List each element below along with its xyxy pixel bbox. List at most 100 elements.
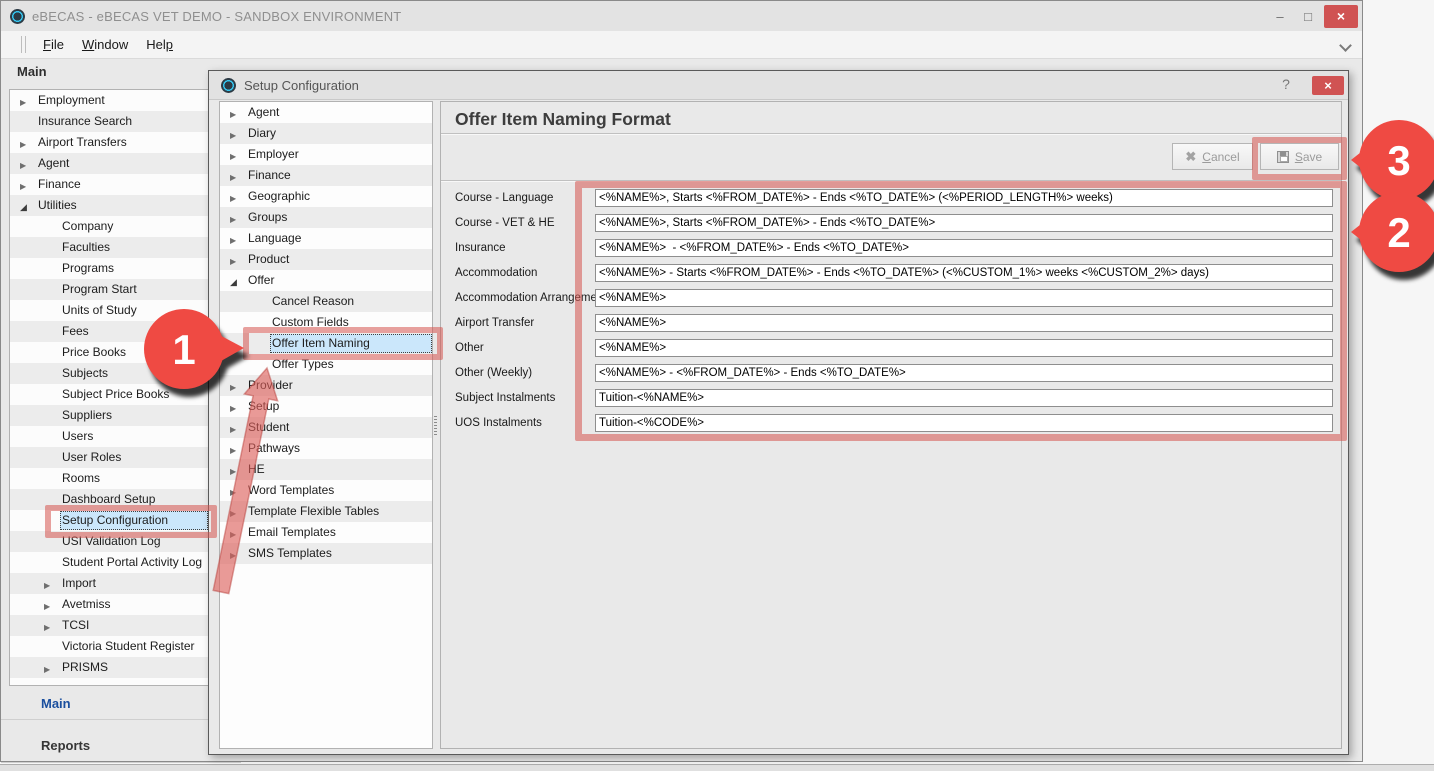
dialog-tree-item[interactable]: Offer Item Naming [220, 333, 432, 354]
dialog-title: Setup Configuration [244, 78, 359, 93]
expand-arrow-icon [20, 157, 36, 171]
sidebar-tree-item[interactable]: PRISMS [10, 657, 208, 678]
sidebar-tree-item[interactable]: Victoria Student Register [10, 636, 208, 657]
save-icon [1277, 151, 1289, 163]
dialog-tree-item[interactable]: Custom Fields [220, 312, 432, 333]
sidebar-tree-item[interactable]: Rooms [10, 468, 208, 489]
sidebar-tree-item[interactable]: Suppliers [10, 405, 208, 426]
tree-item-label: HE [248, 462, 265, 476]
tree-item-label: Pathways [248, 441, 300, 455]
tree-item-label: Groups [248, 210, 287, 224]
tree-item-label: User Roles [62, 450, 121, 464]
menu-grip-handle[interactable] [21, 36, 26, 53]
dialog-tree-item[interactable]: Offer Types [220, 354, 432, 375]
dialog-tree-item[interactable]: Product [220, 249, 432, 270]
minimize-button[interactable]: – [1266, 9, 1294, 24]
tree-item-label: Utilities [38, 198, 77, 212]
sidebar-tree-item[interactable]: Student Portal Activity Log [10, 552, 208, 573]
dialog-tree-item[interactable]: Provider [220, 375, 432, 396]
form-row: Accommodation Arrangement [455, 289, 1333, 307]
sidebar-tree-item[interactable]: Dashboard Setup [10, 489, 208, 510]
sidebar-tree-item[interactable]: Finance [10, 174, 208, 195]
dialog-tree-item[interactable]: Finance [220, 165, 432, 186]
sidebar-tree-item[interactable]: Import [10, 573, 208, 594]
tree-item-label: Rooms [62, 471, 100, 485]
dialog-tree-item[interactable]: Email Templates [220, 522, 432, 543]
sidebar-tree-item[interactable]: Users [10, 426, 208, 447]
expand-arrow-icon [44, 598, 60, 612]
maximize-button[interactable]: □ [1294, 9, 1322, 24]
tree-item-label: Employer [248, 147, 299, 161]
sidebar-tree-item[interactable]: Avetmiss [10, 594, 208, 615]
sidebar-tree-item[interactable]: Faculties [10, 237, 208, 258]
tree-item-label: Company [62, 219, 113, 233]
tree-item-label: Offer Item Naming [272, 336, 370, 350]
naming-format-input[interactable] [595, 389, 1333, 407]
dialog-tree-item[interactable]: Geographic [220, 186, 432, 207]
dialog-tree-item[interactable]: Pathways [220, 438, 432, 459]
dialog-tree-item[interactable]: HE [220, 459, 432, 480]
nav-band-main[interactable]: Main [1, 687, 241, 720]
offer-item-naming-pane: Offer Item Naming Format ✖ Cancel Save C… [440, 101, 1342, 749]
naming-format-input[interactable] [595, 364, 1333, 382]
sidebar-tree-item[interactable]: Employment [10, 90, 208, 111]
sidebar-tree-item[interactable]: Fees [10, 321, 208, 342]
sidebar-tree-item[interactable]: Utilities [10, 195, 208, 216]
sidebar-tree-item[interactable]: Units of Study [10, 300, 208, 321]
chevron-down-icon[interactable] [1339, 39, 1352, 52]
splitter-handle[interactable] [434, 416, 437, 436]
naming-format-input[interactable] [595, 339, 1333, 357]
dialog-tree-item[interactable]: Cancel Reason [220, 291, 432, 312]
sidebar-tree-item[interactable]: Company [10, 216, 208, 237]
expand-arrow-icon [44, 577, 60, 591]
naming-format-input[interactable] [595, 264, 1333, 282]
naming-format-input[interactable] [595, 414, 1333, 432]
dialog-tree-item[interactable]: Word Templates [220, 480, 432, 501]
expand-arrow-icon [230, 274, 246, 288]
naming-format-input[interactable] [595, 214, 1333, 232]
cancel-button[interactable]: ✖ Cancel [1172, 143, 1253, 170]
sidebar-tree-item[interactable]: Insurance Search [10, 111, 208, 132]
naming-format-input[interactable] [595, 189, 1333, 207]
dialog-tree-item[interactable]: Agent [220, 102, 432, 123]
tree-item-label: Agent [38, 156, 69, 170]
sidebar-tree-item[interactable]: Price Books [10, 342, 208, 363]
dialog-tree-item[interactable]: Diary [220, 123, 432, 144]
tree-item-label: Custom Fields [272, 315, 349, 329]
dialog-tree-item[interactable]: Employer [220, 144, 432, 165]
sidebar-tree-item[interactable]: Subject Price Books [10, 384, 208, 405]
sidebar-tree-item[interactable]: Subjects [10, 363, 208, 384]
sidebar-tree-item[interactable]: Airport Transfers [10, 132, 208, 153]
dialog-tree-item[interactable]: Groups [220, 207, 432, 228]
nav-band-reports[interactable]: Reports [1, 727, 241, 763]
sidebar-tree-item[interactable]: Program Start [10, 279, 208, 300]
form-row: Accommodation [455, 264, 1333, 282]
expand-arrow-icon [230, 169, 246, 183]
naming-format-input[interactable] [595, 289, 1333, 307]
sidebar-tree-item[interactable]: Agent [10, 153, 208, 174]
dialog-tree-item[interactable]: Setup [220, 396, 432, 417]
save-button[interactable]: Save [1260, 143, 1339, 170]
dialog-tree-item[interactable]: Template Flexible Tables [220, 501, 432, 522]
sidebar-tree-item[interactable]: TCSI [10, 615, 208, 636]
tree-item-label: Victoria Student Register [62, 639, 195, 653]
dialog-tree-item[interactable]: Offer [220, 270, 432, 291]
close-button[interactable]: × [1324, 5, 1358, 28]
field-label: Airport Transfer [455, 317, 595, 329]
dialog-help-button[interactable]: ? [1278, 76, 1294, 92]
menu-item[interactable]: Help [137, 34, 182, 55]
naming-format-input[interactable] [595, 314, 1333, 332]
naming-format-input[interactable] [595, 239, 1333, 257]
sidebar-tree-item[interactable]: Setup Configuration [10, 510, 208, 531]
sidebar-tree-item[interactable]: USI Validation Log [10, 531, 208, 552]
tree-item-label: TCSI [62, 618, 89, 632]
menu-item[interactable]: File [34, 34, 73, 55]
dialog-close-button[interactable]: × [1312, 76, 1344, 95]
sidebar-tree-item[interactable]: Programs [10, 258, 208, 279]
menu-item[interactable]: Window [73, 34, 137, 55]
dialog-tree-item[interactable]: Language [220, 228, 432, 249]
sidebar-tree-item[interactable]: User Roles [10, 447, 208, 468]
dialog-tree-item[interactable]: SMS Templates [220, 543, 432, 564]
sidebar-tree: Employment Insurance Search Airport Tran… [9, 89, 209, 686]
dialog-tree-item[interactable]: Student [220, 417, 432, 438]
